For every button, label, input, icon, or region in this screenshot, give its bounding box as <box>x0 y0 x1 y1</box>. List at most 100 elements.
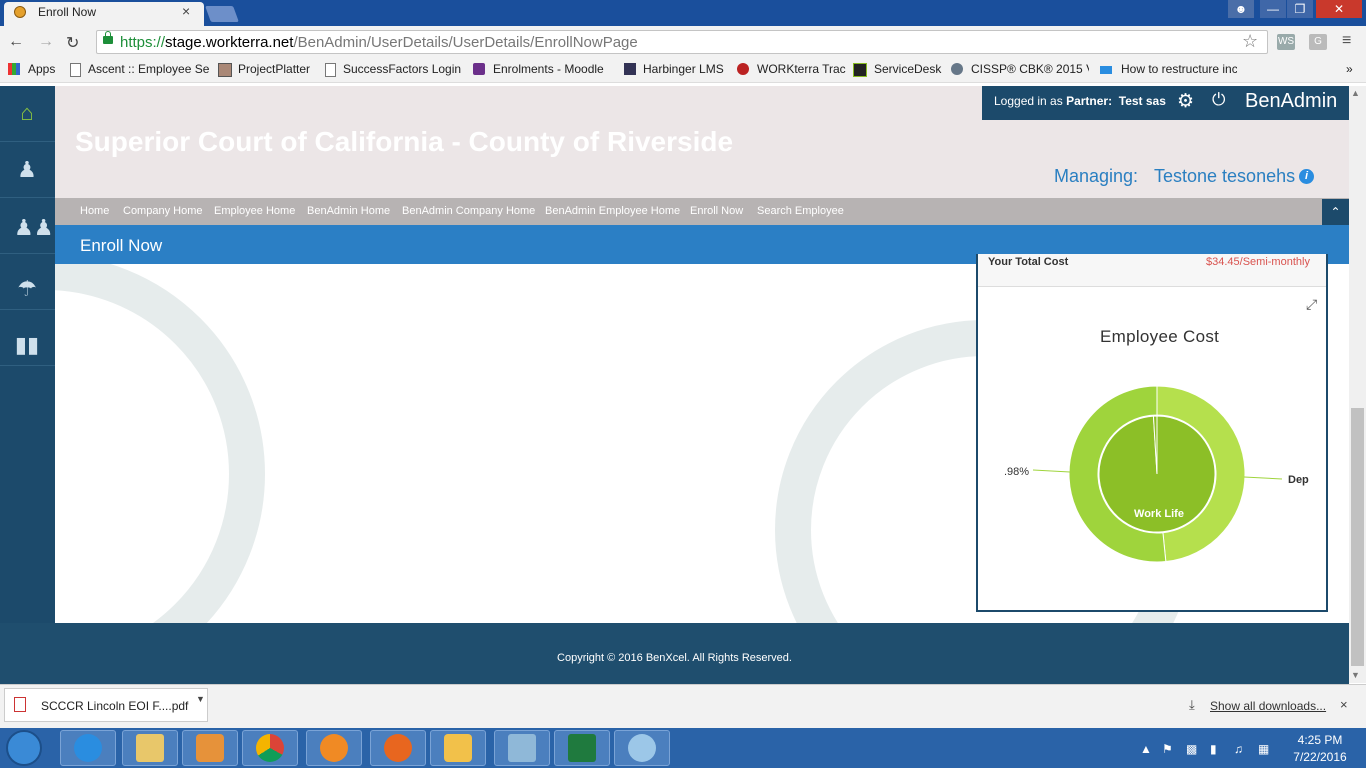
bookmark-harbinger[interactable]: Harbinger LMS <box>643 62 724 76</box>
bookmark-workterra[interactable]: WORKterra Trac <box>757 62 846 76</box>
bookmark-apps[interactable]: Apps <box>28 62 55 76</box>
page-icon <box>70 63 81 77</box>
page-title: Enroll Now <box>80 236 163 255</box>
info-icon[interactable]: i <box>1299 169 1314 184</box>
scroll-up-icon[interactable]: ▲ <box>1351 88 1360 98</box>
window-close-button[interactable]: ✕ <box>1316 0 1362 18</box>
bar-chart-icon: ▮▮ <box>14 332 40 357</box>
browser-tab[interactable] <box>4 2 204 26</box>
url-text[interactable]: https://stage.workterra.net/BenAdmin/Use… <box>120 34 638 51</box>
flame-icon <box>320 734 348 762</box>
notes-icon <box>508 734 536 762</box>
managing-employee-link[interactable]: Testone tesonehs <box>1154 166 1295 187</box>
flag-icon[interactable]: ⚑ <box>1162 742 1173 756</box>
copyright-text: Copyright © 2016 BenXcel. All Rights Res… <box>557 652 792 664</box>
forward-icon[interactable]: → <box>38 33 54 51</box>
ie-icon <box>74 734 102 762</box>
menu-item-enroll-now[interactable]: Enroll Now <box>690 205 743 217</box>
total-cost-value: $34.45/Semi-monthly <box>1206 256 1310 268</box>
harbinger-icon <box>624 63 636 75</box>
bookmark-cissp[interactable]: CISSP® CBK® 2015 V <box>971 62 1089 76</box>
tab-title: Enroll Now <box>38 5 97 19</box>
bookmark-successfactors[interactable]: SuccessFactors Login <box>343 62 461 76</box>
user-icon: ♟ <box>17 157 37 182</box>
menu-item-search-employee[interactable]: Search Employee <box>757 205 844 217</box>
managing-label: Managing: <box>1054 166 1139 186</box>
reload-icon[interactable]: ↻ <box>66 33 79 53</box>
menu-item-benadmin-employee-home[interactable]: BenAdmin Employee Home <box>545 205 680 217</box>
employee-cost-chart: .98% Dep Work Life <box>1004 385 1309 563</box>
total-cost-label: Your Total Cost <box>988 256 1069 268</box>
logged-in-user: Test sas <box>1118 94 1166 108</box>
tab-favicon-icon <box>14 6 26 18</box>
media-player-icon <box>196 734 224 762</box>
bookmark-star-icon[interactable]: ☆ <box>1242 31 1258 52</box>
volume-icon[interactable]: ♫ <box>1234 742 1243 756</box>
bookmarks-more-icon[interactable]: » <box>1346 62 1353 76</box>
start-button[interactable] <box>6 730 42 766</box>
home-icon: ⌂ <box>20 100 34 125</box>
tray-expand-icon[interactable]: ▲ <box>1140 742 1152 756</box>
moodle-icon <box>473 63 485 75</box>
cissp-icon <box>951 63 963 75</box>
power-icon[interactable]: ⏻ <box>1212 90 1225 110</box>
firefox-icon <box>384 734 412 762</box>
back-icon[interactable]: ← <box>8 33 24 51</box>
outer-label-left: .98% <box>1004 466 1029 478</box>
bookmark-projectplatter[interactable]: ProjectPlatter <box>238 62 310 76</box>
logged-in-prefix: Logged in as <box>994 94 1063 108</box>
logged-in-info: Logged in as Partner: Test sas <box>994 94 1166 108</box>
download-menu-icon[interactable]: ▼ <box>196 694 205 704</box>
url-path: /BenAdmin/UserDetails/UserDetails/Enroll… <box>293 34 638 51</box>
download-bar-close-icon[interactable]: × <box>1340 697 1348 712</box>
umbrella-dollar-icon: ☂ <box>17 276 37 301</box>
paint-icon <box>628 734 656 762</box>
new-tab-button[interactable] <box>205 6 239 22</box>
collapse-header-button[interactable]: ⌃ <box>1322 199 1349 225</box>
inner-label: Work Life <box>1134 508 1184 520</box>
extension-g-icon[interactable]: G <box>1309 34 1327 50</box>
download-file-name: SCCCR Lincoln EOI F....pdf <box>41 699 189 713</box>
menu-item-home[interactable]: Home <box>80 205 109 217</box>
excel-icon <box>568 734 596 762</box>
apps-icon <box>8 63 20 75</box>
windows-flag-icon[interactable]: ▦ <box>1258 742 1269 756</box>
chart-title: Employee Cost <box>1100 327 1220 346</box>
url-scheme: https:// <box>120 34 166 51</box>
show-all-downloads-link[interactable]: Show all downloads... <box>1210 699 1326 713</box>
network-icon[interactable]: ▮ <box>1210 742 1217 756</box>
pdf-file-icon <box>14 697 26 712</box>
extension-ws-icon[interactable]: WS <box>1277 34 1295 50</box>
logged-in-role: Partner: <box>1066 94 1113 108</box>
device-icon[interactable]: ▩ <box>1186 742 1197 756</box>
expand-icon[interactable]: ⤢ <box>1306 296 1317 313</box>
clock-date[interactable]: 7/22/2016 <box>1288 750 1352 764</box>
minimize-button[interactable]: — <box>1260 0 1286 18</box>
bookmark-ascent[interactable]: Ascent :: Employee Se <box>88 62 209 76</box>
bookmark-servicedesk[interactable]: ServiceDesk <box>874 62 941 76</box>
label-connector-left <box>1032 469 1071 473</box>
clock-time[interactable]: 4:25 PM <box>1288 733 1352 747</box>
menu-item-benadmin-company-home[interactable]: BenAdmin Company Home <box>402 205 535 217</box>
folder-icon <box>136 734 164 762</box>
sap-icon <box>1100 66 1112 74</box>
lock-icon <box>103 31 113 44</box>
chrome-icon <box>256 734 284 762</box>
menu-item-benadmin-home[interactable]: BenAdmin Home <box>307 205 390 217</box>
maximize-button[interactable]: ❐ <box>1287 0 1313 18</box>
servicedesk-icon <box>853 63 867 77</box>
browser-tab-strip <box>0 0 1366 26</box>
scrollbar-thumb[interactable] <box>1351 408 1364 666</box>
tab-close-icon[interactable]: × <box>182 3 190 19</box>
scroll-down-icon[interactable]: ▼ <box>1351 670 1360 680</box>
browser-menu-icon[interactable]: ≡ <box>1342 32 1351 50</box>
menu-item-employee-home[interactable]: Employee Home <box>214 205 295 217</box>
gear-icon[interactable]: ⚙ <box>1177 90 1194 113</box>
menu-item-company-home[interactable]: Company Home <box>123 205 202 217</box>
outlook-icon <box>444 734 472 762</box>
bookmark-restructure[interactable]: How to restructure inc <box>1121 62 1237 76</box>
profile-button[interactable]: ☻ <box>1228 0 1254 18</box>
bookmark-moodle[interactable]: Enrolments - Moodle <box>493 62 604 76</box>
decorative-circle <box>55 264 265 623</box>
users-icon: ♟♟ <box>14 215 54 240</box>
